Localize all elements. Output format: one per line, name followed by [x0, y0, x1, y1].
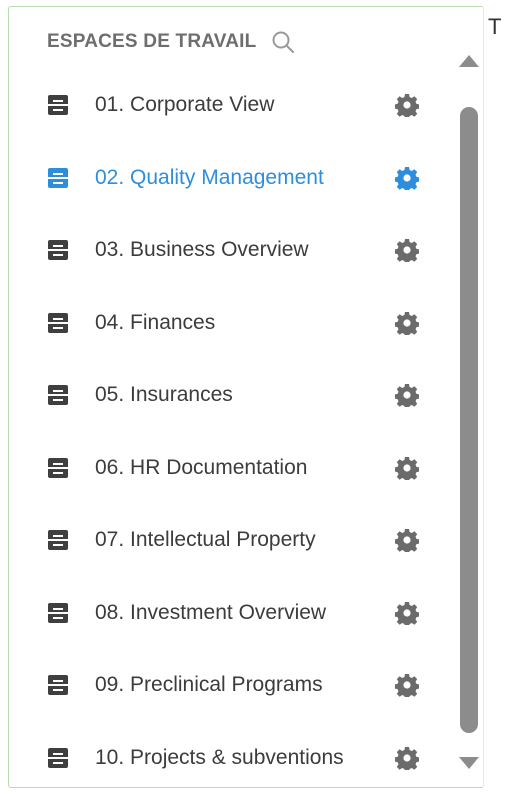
- scrollbar-track[interactable]: [460, 107, 478, 733]
- gear-icon[interactable]: [395, 746, 419, 770]
- workspace-item[interactable]: 08. Investment Overview: [9, 577, 429, 650]
- workspace-label: 02. Quality Management: [95, 166, 324, 190]
- workspace-label: 05. Insurances: [95, 383, 233, 407]
- gear-icon[interactable]: [395, 166, 419, 190]
- workspace-item[interactable]: 04. Finances: [9, 287, 429, 360]
- workspace-label: 07. Intellectual Property: [95, 528, 316, 552]
- workspaces-panel: ESPACES DE TRAVAIL 01. Corporate View 02…: [8, 6, 484, 788]
- workspace-item[interactable]: 09. Preclinical Programs: [9, 649, 429, 722]
- scroll-down-arrow-icon[interactable]: [457, 755, 481, 771]
- workspace-item[interactable]: 07. Intellectual Property: [9, 504, 429, 577]
- drawer-cabinet-icon: [47, 94, 69, 116]
- drawer-cabinet-icon: [47, 529, 69, 551]
- drawer-cabinet-icon: [47, 602, 69, 624]
- gear-icon[interactable]: [395, 456, 419, 480]
- workspace-list: 01. Corporate View 02. Quality Managemen…: [9, 69, 429, 794]
- drawer-cabinet-icon: [47, 674, 69, 696]
- workspace-label: 08. Investment Overview: [95, 601, 326, 625]
- workspace-item[interactable]: 06. HR Documentation: [9, 432, 429, 505]
- gear-icon[interactable]: [395, 93, 419, 117]
- workspace-label: 04. Finances: [95, 311, 215, 335]
- gear-icon[interactable]: [395, 673, 419, 697]
- scrollbar-thumb[interactable]: [460, 107, 478, 733]
- gear-icon[interactable]: [395, 383, 419, 407]
- workspace-item[interactable]: 01. Corporate View: [9, 69, 429, 142]
- workspace-label: 06. HR Documentation: [95, 456, 307, 480]
- search-icon[interactable]: [270, 29, 296, 55]
- gear-icon[interactable]: [395, 238, 419, 262]
- drawer-cabinet-icon: [47, 457, 69, 479]
- drawer-cabinet-icon: [47, 747, 69, 769]
- workspace-label: 01. Corporate View: [95, 93, 274, 117]
- drawer-cabinet-icon: [47, 312, 69, 334]
- workspace-label: 03. Business Overview: [95, 238, 309, 262]
- clipped-edge-text: T: [488, 14, 501, 40]
- gear-icon[interactable]: [395, 601, 419, 625]
- gear-icon[interactable]: [395, 311, 419, 335]
- drawer-cabinet-icon: [47, 167, 69, 189]
- workspace-item[interactable]: 02. Quality Management: [9, 142, 429, 215]
- panel-header: ESPACES DE TRAVAIL: [47, 29, 296, 55]
- scroll-up-arrow-icon[interactable]: [457, 53, 481, 69]
- workspace-label: 09. Preclinical Programs: [95, 673, 323, 697]
- workspace-item[interactable]: 03. Business Overview: [9, 214, 429, 287]
- panel-title: ESPACES DE TRAVAIL: [47, 31, 256, 53]
- drawer-cabinet-icon: [47, 384, 69, 406]
- drawer-cabinet-icon: [47, 239, 69, 261]
- workspace-item[interactable]: 05. Insurances: [9, 359, 429, 432]
- workspace-item[interactable]: 10. Projects & subventions: [9, 722, 429, 794]
- gear-icon[interactable]: [395, 528, 419, 552]
- workspace-label: 10. Projects & subventions: [95, 746, 344, 770]
